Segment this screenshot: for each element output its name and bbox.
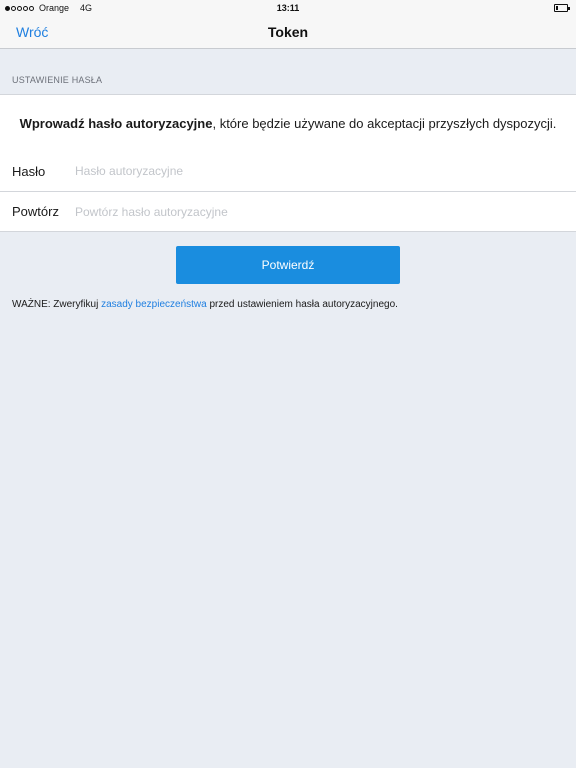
- password-form: Hasło Powtórz: [0, 151, 576, 232]
- info-rest-text: , które będzie używane do akceptacji prz…: [212, 115, 557, 131]
- repeat-password-input[interactable]: [75, 204, 576, 219]
- confirm-button[interactable]: Potwierdź: [176, 246, 400, 284]
- info-bold-text: Wprowadź hasło autoryzacyjne: [19, 115, 213, 131]
- security-note: WAŻNE: Zweryfikuj zasady bezpieczeństwa …: [12, 299, 398, 310]
- section-header: USTAWIENIE HASŁA: [12, 75, 103, 85]
- password-row: Hasło: [0, 151, 576, 191]
- status-bar: Orange 4G 13:11: [0, 0, 576, 16]
- note-prefix: WAŻNE: Zweryfikuj: [12, 299, 102, 310]
- password-input[interactable]: [75, 164, 576, 178]
- password-label: Hasło: [12, 163, 46, 179]
- navigation-bar: Wróć Token: [0, 16, 576, 49]
- info-box: Wprowadź hasło autoryzacyjne, które będz…: [0, 94, 576, 152]
- repeat-password-label: Powtórz: [12, 204, 59, 219]
- page-title: Token: [267, 24, 309, 40]
- note-suffix: przed ustawieniem hasła autoryzacyjnego.: [206, 299, 398, 310]
- security-rules-link[interactable]: zasady bezpieczeństwa: [101, 299, 207, 310]
- battery-icon: [554, 4, 570, 12]
- repeat-password-row: Powtórz: [0, 191, 576, 231]
- info-text: Wprowadź hasło autoryzacyjne, które będz…: [20, 116, 557, 131]
- battery-fill: [556, 6, 558, 10]
- status-time: 13:11: [276, 3, 300, 13]
